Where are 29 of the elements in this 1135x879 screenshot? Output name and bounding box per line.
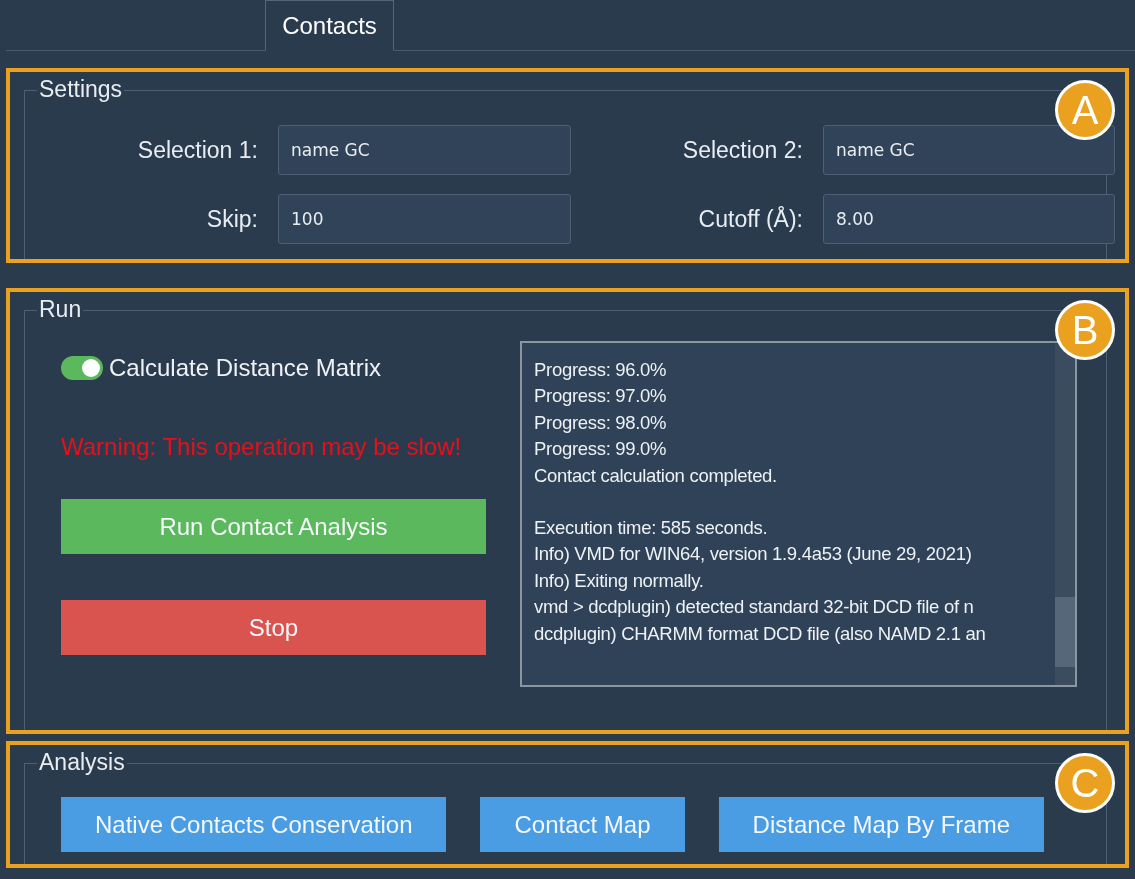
- field-label: Selection 1:: [136, 136, 258, 164]
- toggle-switch[interactable]: [61, 356, 103, 380]
- tab[interactable]: Contacts: [265, 0, 394, 51]
- log-line: dcdplugin) CHARMM format DCD file (also NAMD 2.1 an: [534, 621, 987, 646]
- field-label: Cutoff (Å):: [697, 205, 803, 233]
- input-field[interactable]: 100: [278, 194, 571, 244]
- log-line: Progress: 98.0%: [534, 410, 668, 435]
- group-title: Settings: [37, 76, 125, 103]
- log-line: Progress: 96.0%: [534, 358, 668, 382]
- log-line: Info) Exiting normally.: [534, 568, 705, 593]
- log-line: Progress: 99.0%: [534, 437, 668, 462]
- field-label: Skip:: [205, 205, 258, 233]
- log-line: Progress: 97.0%: [534, 384, 668, 409]
- field-label: Selection 2:: [681, 136, 803, 164]
- log-line: vmd > dcdplugin) detected standard 32-bit DCD file of n: [534, 595, 975, 620]
- callout-badge: C: [1055, 753, 1115, 813]
- log-line: Info) VMD for WIN64, version 1.9.4a53 (June 29, 2021): [534, 542, 973, 567]
- stop-button[interactable]: Stop: [61, 600, 486, 655]
- scrollbar[interactable]: [1055, 343, 1075, 685]
- group-title: Analysis: [37, 749, 127, 776]
- input-field[interactable]: name GC: [823, 125, 1115, 175]
- input-field[interactable]: name GC: [278, 125, 571, 175]
- log-line: Execution time: 585 seconds.: [534, 516, 769, 541]
- toggle-label: Calculate Distance Matrix: [109, 354, 382, 382]
- input-field[interactable]: 8.00: [823, 194, 1115, 244]
- callout-badge: B: [1055, 300, 1115, 360]
- callout-badge: A: [1055, 80, 1115, 140]
- log-line: Contact calculation completed.: [534, 463, 778, 488]
- warning-text: Warning: This operation may be slow!: [61, 433, 463, 461]
